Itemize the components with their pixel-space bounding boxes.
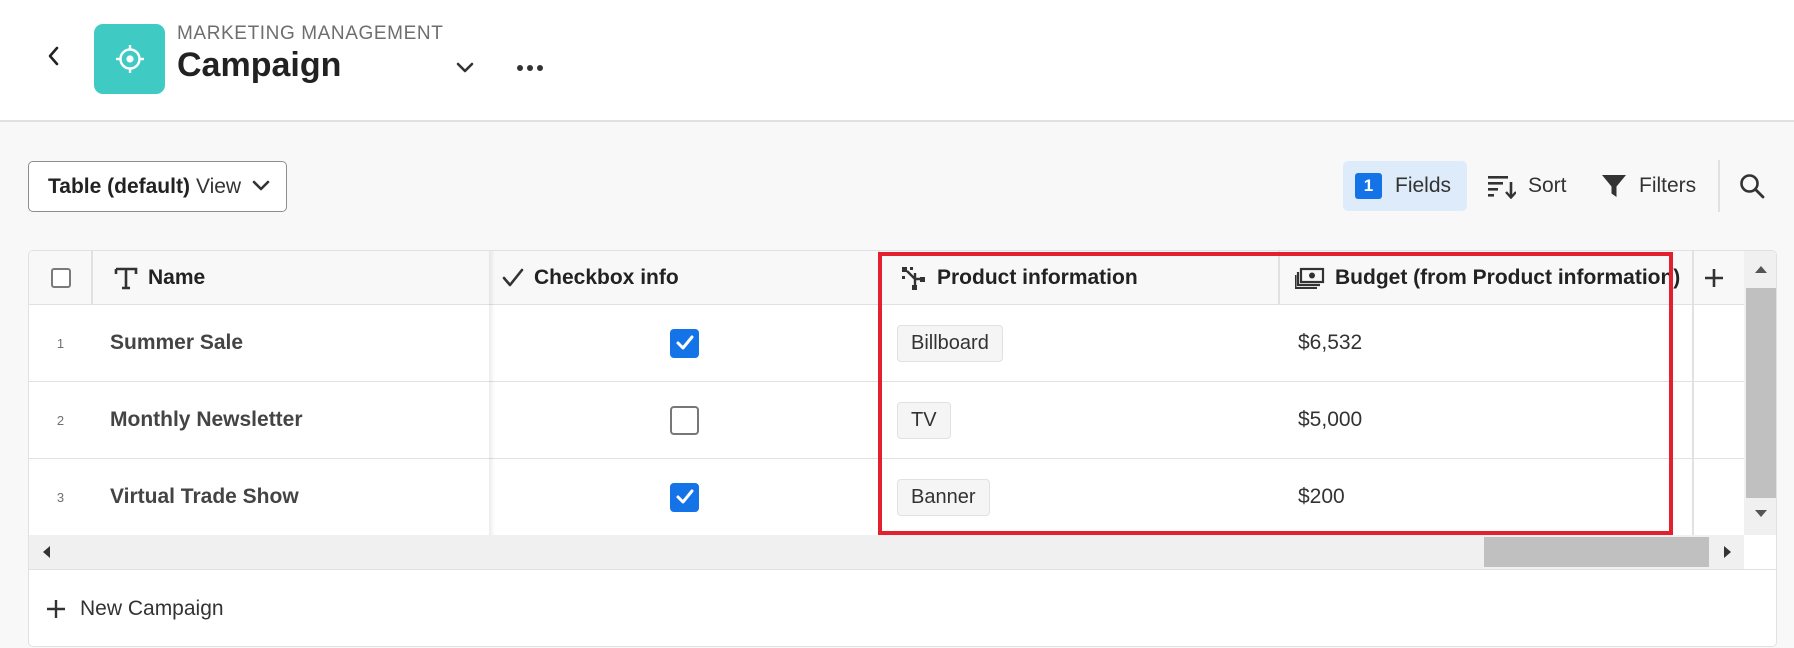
chevron-down-icon — [252, 180, 270, 191]
new-record-button[interactable]: New Campaign — [29, 569, 1776, 646]
column-divider — [91, 251, 93, 305]
checkmark-icon — [676, 335, 693, 350]
checkmark-icon — [502, 268, 524, 286]
empty-cell — [1693, 459, 1744, 536]
filters-label: Filters — [1639, 174, 1697, 197]
more-options-button[interactable] — [514, 55, 546, 81]
view-suffix: View — [195, 174, 242, 198]
product-cell: TV — [879, 382, 1279, 459]
vertical-scroll-thumb[interactable] — [1746, 288, 1776, 498]
column-divider — [878, 251, 880, 535]
page-title: Campaign — [177, 46, 342, 84]
select-all-cell — [29, 251, 92, 305]
scroll-down-icon — [1755, 510, 1767, 517]
product-tag[interactable]: Banner — [897, 478, 990, 516]
plus-icon — [1704, 268, 1723, 287]
sort-icon — [1488, 176, 1516, 199]
frozen-column-shadow — [489, 251, 495, 535]
row-checkbox-checked[interactable] — [670, 328, 699, 358]
product-tag[interactable]: TV — [897, 401, 951, 439]
empty-cell — [1693, 305, 1744, 382]
add-column-button[interactable] — [1693, 251, 1744, 305]
sort-button[interactable]: Sort — [1484, 161, 1574, 211]
column-label: Name — [148, 265, 206, 289]
column-divider — [1278, 251, 1280, 305]
view-selector[interactable]: Table (default) View — [28, 161, 287, 212]
back-button[interactable] — [40, 42, 68, 70]
checkmark-icon — [676, 489, 693, 504]
table-row-name[interactable]: Virtual Trade Show — [29, 459, 490, 536]
record-name: Monthly Newsletter — [110, 408, 303, 431]
budget-cell: $200 — [1279, 459, 1693, 536]
row-checkbox-unchecked[interactable] — [670, 405, 699, 435]
column-label: Checkbox info — [534, 265, 679, 289]
scroll-up-icon — [1755, 266, 1767, 273]
plus-icon — [47, 600, 65, 618]
fields-label: Fields — [1395, 174, 1452, 197]
view-name: Table (default) — [48, 174, 190, 198]
budget-cell: $5,000 — [1279, 382, 1693, 459]
column-header-budget[interactable]: Budget (from Product information) — [1279, 251, 1693, 305]
app-header: MARKETING MANAGEMENT Campaign — [0, 0, 1794, 122]
product-tag[interactable]: Billboard — [897, 324, 1003, 362]
table-row-name[interactable]: Summer Sale — [29, 305, 490, 382]
search-button[interactable] — [1736, 170, 1768, 202]
select-all-checkbox[interactable] — [50, 267, 71, 288]
filter-icon — [1602, 175, 1626, 197]
chevron-left-icon — [48, 46, 59, 66]
sort-label: Sort — [1528, 174, 1567, 197]
new-record-label: New Campaign — [80, 597, 224, 620]
app-icon — [94, 24, 165, 94]
scroll-left-icon — [43, 546, 50, 558]
records-table: Name Checkbox info Product information B… — [28, 250, 1777, 647]
search-icon — [1740, 174, 1765, 199]
product-cell: Billboard — [879, 305, 1279, 382]
column-label: Product information — [937, 265, 1138, 289]
chevron-down-icon — [456, 62, 474, 73]
checkbox-cell — [490, 459, 879, 536]
record-name: Summer Sale — [110, 331, 244, 354]
filters-button[interactable]: Filters — [1599, 161, 1704, 211]
scroll-right-icon — [1724, 546, 1731, 558]
text-type-icon — [114, 267, 138, 289]
linked-record-icon — [902, 266, 925, 290]
budget-cell: $6,532 — [1279, 305, 1693, 382]
toolbar-divider — [1718, 160, 1720, 212]
table-row-name[interactable]: Monthly Newsletter — [29, 382, 490, 459]
checkbox-cell — [490, 382, 879, 459]
horizontal-scroll-thumb[interactable] — [1484, 537, 1709, 567]
column-label: Budget (from Product information) — [1335, 265, 1681, 289]
money-icon — [1295, 267, 1325, 289]
title-dropdown-button[interactable] — [452, 55, 478, 81]
fields-count-badge: 1 — [1355, 173, 1382, 199]
column-header-name[interactable]: Name — [92, 251, 490, 305]
empty-cell — [1693, 382, 1744, 459]
checkbox-cell — [490, 305, 879, 382]
record-name: Virtual Trade Show — [110, 485, 299, 508]
column-divider — [1692, 251, 1694, 535]
workspace-subtitle: MARKETING MANAGEMENT — [177, 23, 444, 44]
column-header-product-information[interactable]: Product information — [879, 251, 1279, 305]
product-cell: Banner — [879, 459, 1279, 536]
target-icon — [115, 45, 144, 73]
column-header-checkbox-info[interactable]: Checkbox info — [490, 251, 879, 305]
row-checkbox-checked[interactable] — [670, 482, 699, 512]
fields-button[interactable]: 1 Fields — [1343, 161, 1467, 211]
more-icon — [517, 65, 543, 71]
